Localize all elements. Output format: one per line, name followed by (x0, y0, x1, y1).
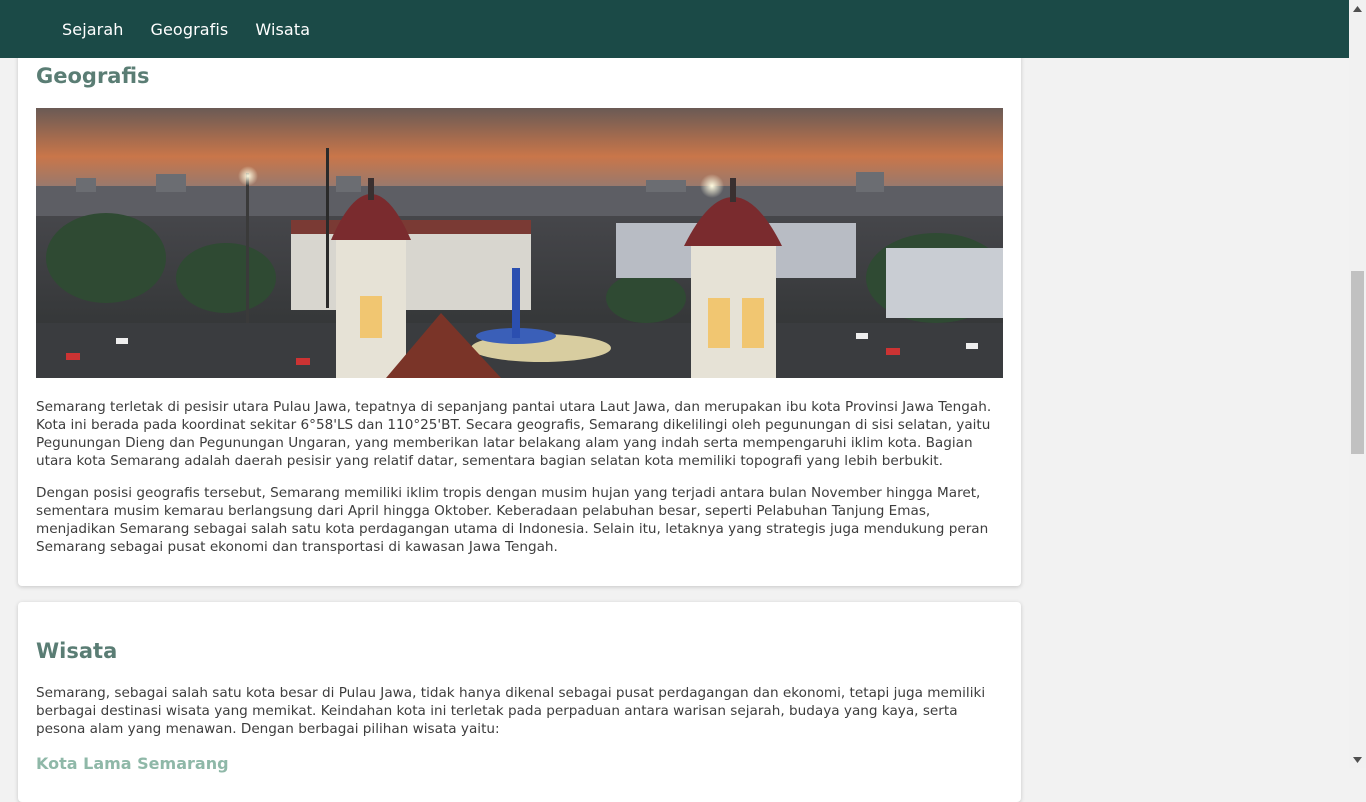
scroll-thumb[interactable] (1351, 271, 1364, 454)
wisata-card: Wisata Semarang, sebagai salah satu kota… (18, 602, 1021, 802)
nav-link-geografis[interactable]: Geografis (150, 20, 228, 39)
geografis-paragraph-2: Dengan posisi geografis tersebut, Semara… (36, 485, 989, 555)
scroll-down-icon[interactable] (1349, 751, 1366, 768)
geografis-paragraph-1: Semarang terletak di pesisir utara Pulau… (36, 399, 992, 469)
wisata-item-title: Kota Lama Semarang (36, 754, 229, 773)
scroll-up-icon[interactable] (1349, 0, 1366, 17)
nav-link-wisata[interactable]: Wisata (255, 20, 310, 39)
vertical-scrollbar[interactable] (1349, 0, 1366, 768)
city-panorama-image (36, 108, 1003, 378)
geografis-card: Geografis Semarang terletak di pesisir u… (18, 20, 1021, 586)
nav-link-sejarah[interactable]: Sejarah (62, 20, 123, 39)
geografis-title: Geografis (36, 64, 150, 88)
wisata-title: Wisata (36, 639, 118, 663)
top-navbar: Sejarah Geografis Wisata (0, 0, 1349, 58)
wisata-intro: Semarang, sebagai salah satu kota besar … (36, 685, 986, 737)
